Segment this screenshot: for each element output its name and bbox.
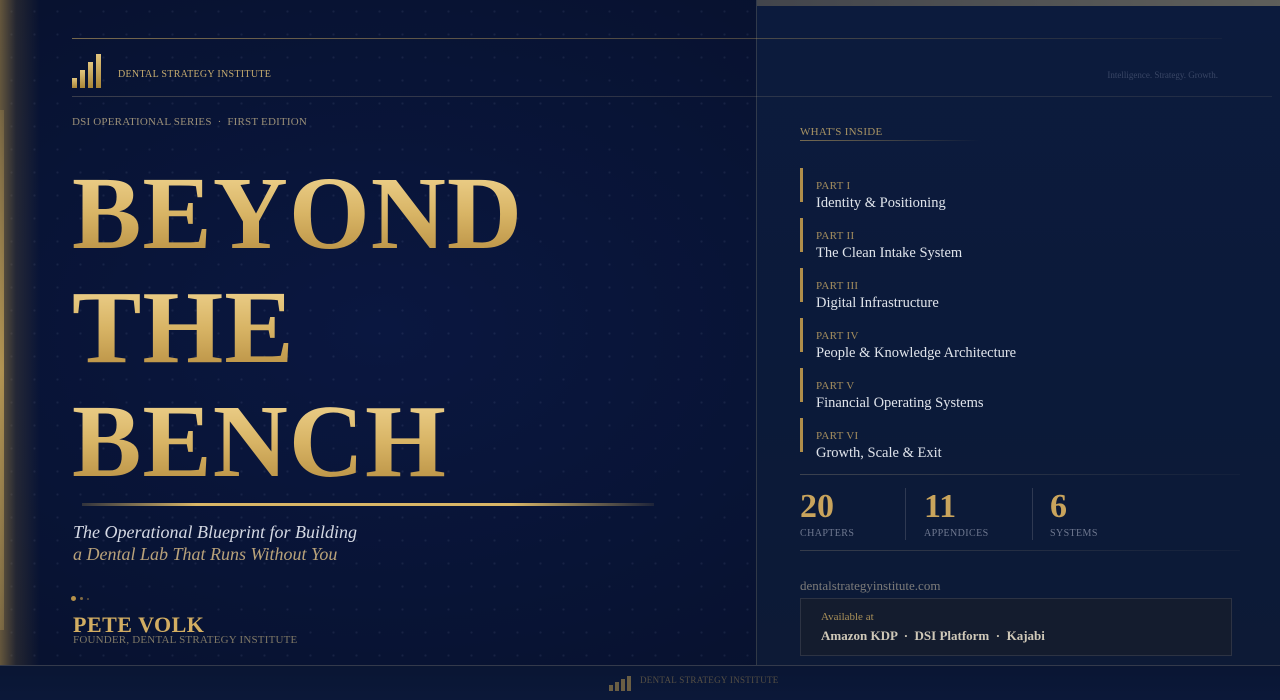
toc-part-name: The Clean Intake System <box>816 245 963 261</box>
stat-divider <box>905 488 906 540</box>
toc-part-label: PART V <box>816 380 855 392</box>
series-edition: DSI OPERATIONAL SERIES · FIRST EDITION <box>72 116 308 128</box>
stat-chapters: 20 CHAPTERS <box>800 488 855 540</box>
footer-bar: DENTAL STRATEGY INSTITUTE <box>0 665 1280 700</box>
toc-item: PART VI Growth, Scale & Exit <box>800 418 1220 461</box>
author-role: FOUNDER, DENTAL STRATEGY INSTITUTE <box>73 634 298 646</box>
toc-part-label: PART II <box>816 230 855 242</box>
top-rule <box>72 38 1222 39</box>
toc-accent-bar <box>800 168 803 202</box>
bar-chart-logo-icon <box>72 52 101 88</box>
toc-part-label: PART VI <box>816 430 859 442</box>
availability-stores: Amazon KDP · DSI Platform · Kajabi <box>821 628 1045 643</box>
stats-top-rule <box>800 474 1240 475</box>
toc-accent-bar <box>800 368 803 402</box>
footer-brand: DENTAL STRATEGY INSTITUTE <box>640 675 779 685</box>
availability-label: Available at <box>821 611 874 623</box>
toc-item: PART I Identity & Positioning <box>800 168 1220 211</box>
toc-accent-bar <box>800 218 803 252</box>
toc-item: PART III Digital Infrastructure <box>800 268 1220 311</box>
toc-part-name: Financial Operating Systems <box>816 395 984 411</box>
stat-appendices: 11 APPENDICES <box>924 488 989 540</box>
availability-box: Available at Amazon KDP · DSI Platform ·… <box>800 598 1232 656</box>
subtitle-line-2: a Dental Lab That Runs Without You <box>73 544 338 564</box>
toc-part-label: PART III <box>816 280 859 292</box>
title-underline <box>82 503 654 506</box>
title-line-2: THE <box>72 270 295 385</box>
stat-value: 6 <box>1050 488 1067 525</box>
subtitle-line-1: The Operational Blueprint for Building <box>73 522 357 542</box>
stat-divider <box>1032 488 1033 540</box>
stat-systems: 6 SYSTEMS <box>1050 488 1098 540</box>
toc-part-name: Growth, Scale & Exit <box>816 445 942 461</box>
stat-value: 20 <box>800 488 834 525</box>
brand-tagline: Intelligence. Strategy. Growth. <box>1107 70 1218 80</box>
toc-part-name: Identity & Positioning <box>816 195 946 211</box>
contents-heading-rule <box>800 140 980 141</box>
stat-label: APPENDICES <box>924 528 989 539</box>
brand-name: DENTAL STRATEGY INSTITUTE <box>118 69 272 80</box>
title-line-1: BEYOND <box>72 156 523 271</box>
toc-accent-bar <box>800 268 803 302</box>
stat-label: SYSTEMS <box>1050 528 1098 539</box>
toc-item: PART II The Clean Intake System <box>800 218 1220 261</box>
spine-edge <box>0 0 40 665</box>
footer-logo-icon <box>609 675 631 691</box>
stat-label: CHAPTERS <box>800 528 855 539</box>
title-line-3: BENCH <box>72 384 447 499</box>
toc-accent-bar <box>800 418 803 452</box>
toc-part-name: Digital Infrastructure <box>816 295 939 311</box>
toc-part-label: PART IV <box>816 330 859 342</box>
toc-item: PART V Financial Operating Systems <box>800 368 1220 411</box>
book-cover: DENTAL STRATEGY INSTITUTE Intelligence. … <box>0 0 1280 700</box>
contents-heading: WHAT'S INSIDE <box>800 126 883 138</box>
decorative-dots <box>71 596 89 601</box>
website-url: dentalstrategyinstitute.com <box>800 578 941 593</box>
header-rule <box>72 96 1272 97</box>
stats-bottom-rule <box>800 550 1240 551</box>
stat-value: 11 <box>924 488 957 525</box>
toc-part-label: PART I <box>816 180 851 192</box>
toc-item: PART IV People & Knowledge Architecture <box>800 318 1220 361</box>
toc-part-name: People & Knowledge Architecture <box>816 345 1017 361</box>
toc-accent-bar <box>800 318 803 352</box>
